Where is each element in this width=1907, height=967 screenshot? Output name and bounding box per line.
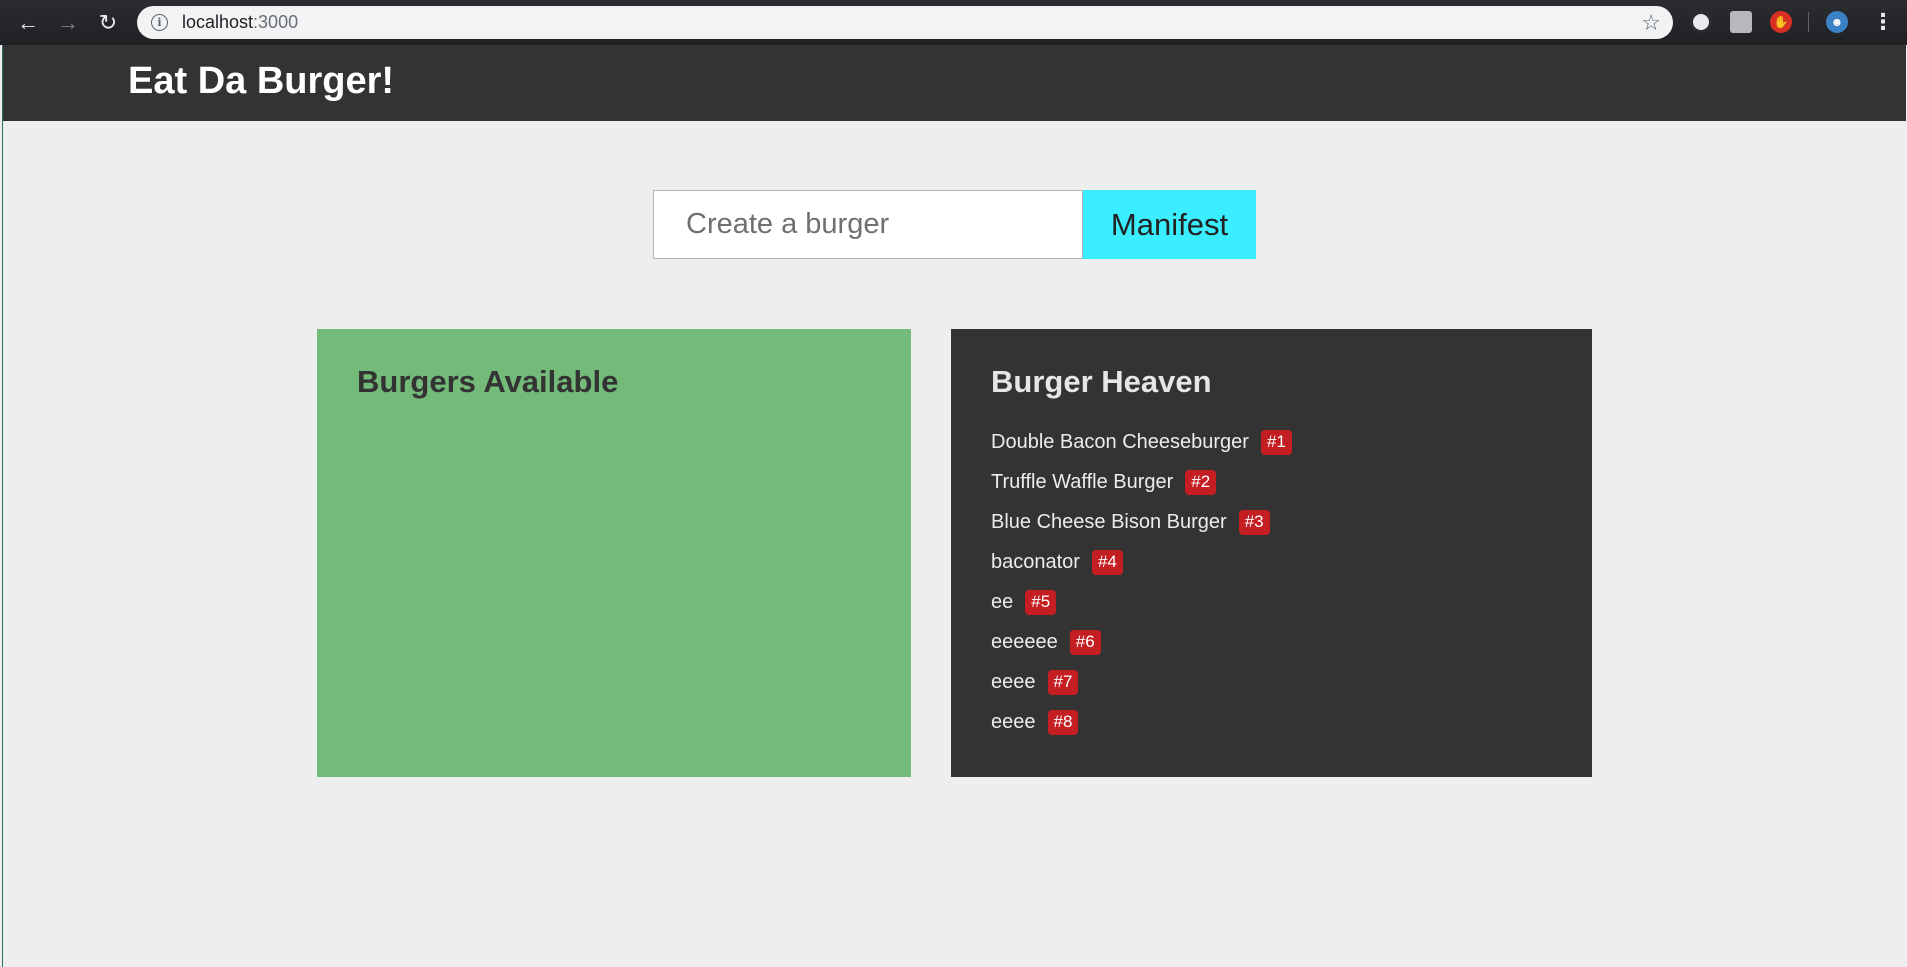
list-item: eeee #7 bbox=[991, 662, 1552, 702]
profile-avatar-icon[interactable]: ☻ bbox=[1826, 11, 1848, 33]
page: Eat Da Burger! Manifest Burgers Availabl… bbox=[2, 45, 1906, 967]
kebab-menu-icon[interactable]: ⋮ bbox=[1872, 9, 1894, 35]
burger-name: Blue Cheese Bison Burger bbox=[991, 510, 1227, 533]
reload-icon[interactable]: ↻ bbox=[88, 0, 128, 45]
url-port: :3000 bbox=[253, 12, 299, 32]
url-host: localhost bbox=[182, 12, 254, 32]
manifest-button[interactable]: Manifest bbox=[1083, 190, 1256, 259]
burger-number-badge: #5 bbox=[1025, 589, 1057, 615]
list-item: ee #5 bbox=[991, 582, 1552, 622]
info-icon[interactable]: i bbox=[151, 14, 168, 31]
brand-title[interactable]: Eat Da Burger! bbox=[128, 59, 394, 103]
burger-name: Truffle Waffle Burger bbox=[991, 470, 1174, 493]
burger-number-badge: #7 bbox=[1047, 669, 1079, 695]
burger-heaven-panel: Burger Heaven Double Bacon Cheeseburger #… bbox=[951, 329, 1592, 777]
extension-icon-2[interactable] bbox=[1730, 11, 1752, 33]
list-item: baconator #4 bbox=[991, 542, 1552, 582]
extension-icon-1[interactable] bbox=[1690, 11, 1712, 33]
burger-name: ee bbox=[991, 590, 1014, 613]
burger-number-badge: #2 bbox=[1185, 469, 1217, 495]
burger-number-badge: #3 bbox=[1238, 509, 1270, 535]
burger-number-badge: #8 bbox=[1047, 709, 1079, 735]
toolbar-divider bbox=[1808, 12, 1809, 32]
burger-name: eeee bbox=[991, 710, 1036, 733]
browser-toolbar: ← → ↻ i localhost:3000 ☆ ✋ ☻ ⋮ bbox=[0, 0, 1907, 45]
burger-heaven-title: Burger Heaven bbox=[991, 364, 1212, 399]
burger-name: Double Bacon Cheeseburger bbox=[991, 430, 1249, 453]
burgers-available-title: Burgers Available bbox=[357, 364, 619, 399]
burger-name: eeee bbox=[991, 670, 1036, 693]
list-item: eeee #8 bbox=[991, 702, 1552, 742]
burgers-available-panel: Burgers Available bbox=[317, 329, 911, 777]
list-item: Blue Cheese Bison Burger #3 bbox=[991, 502, 1552, 542]
burger-number-badge: #6 bbox=[1069, 629, 1101, 655]
bookmark-star-icon[interactable]: ☆ bbox=[1641, 10, 1661, 36]
list-item: Truffle Waffle Burger #2 bbox=[991, 462, 1552, 502]
forward-icon[interactable]: → bbox=[48, 0, 88, 45]
address-bar[interactable]: i localhost:3000 ☆ bbox=[137, 6, 1673, 39]
extension-icon-3[interactable]: ✋ bbox=[1770, 11, 1792, 33]
list-item: Double Bacon Cheeseburger #1 bbox=[991, 422, 1552, 462]
devoured-burger-list: Double Bacon Cheeseburger #1 Truffle Waffl… bbox=[991, 422, 1552, 742]
burger-name: baconator bbox=[991, 550, 1080, 573]
back-icon[interactable]: ← bbox=[8, 0, 48, 45]
burger-number-badge: #4 bbox=[1091, 549, 1123, 575]
navbar: Eat Da Burger! bbox=[3, 45, 1906, 121]
burger-name-input[interactable] bbox=[653, 190, 1083, 259]
create-burger-form: Manifest bbox=[653, 190, 1256, 259]
burger-name: eeeeee bbox=[991, 630, 1058, 653]
burger-number-badge: #1 bbox=[1260, 429, 1292, 455]
list-item: eeeeee #6 bbox=[991, 622, 1552, 662]
